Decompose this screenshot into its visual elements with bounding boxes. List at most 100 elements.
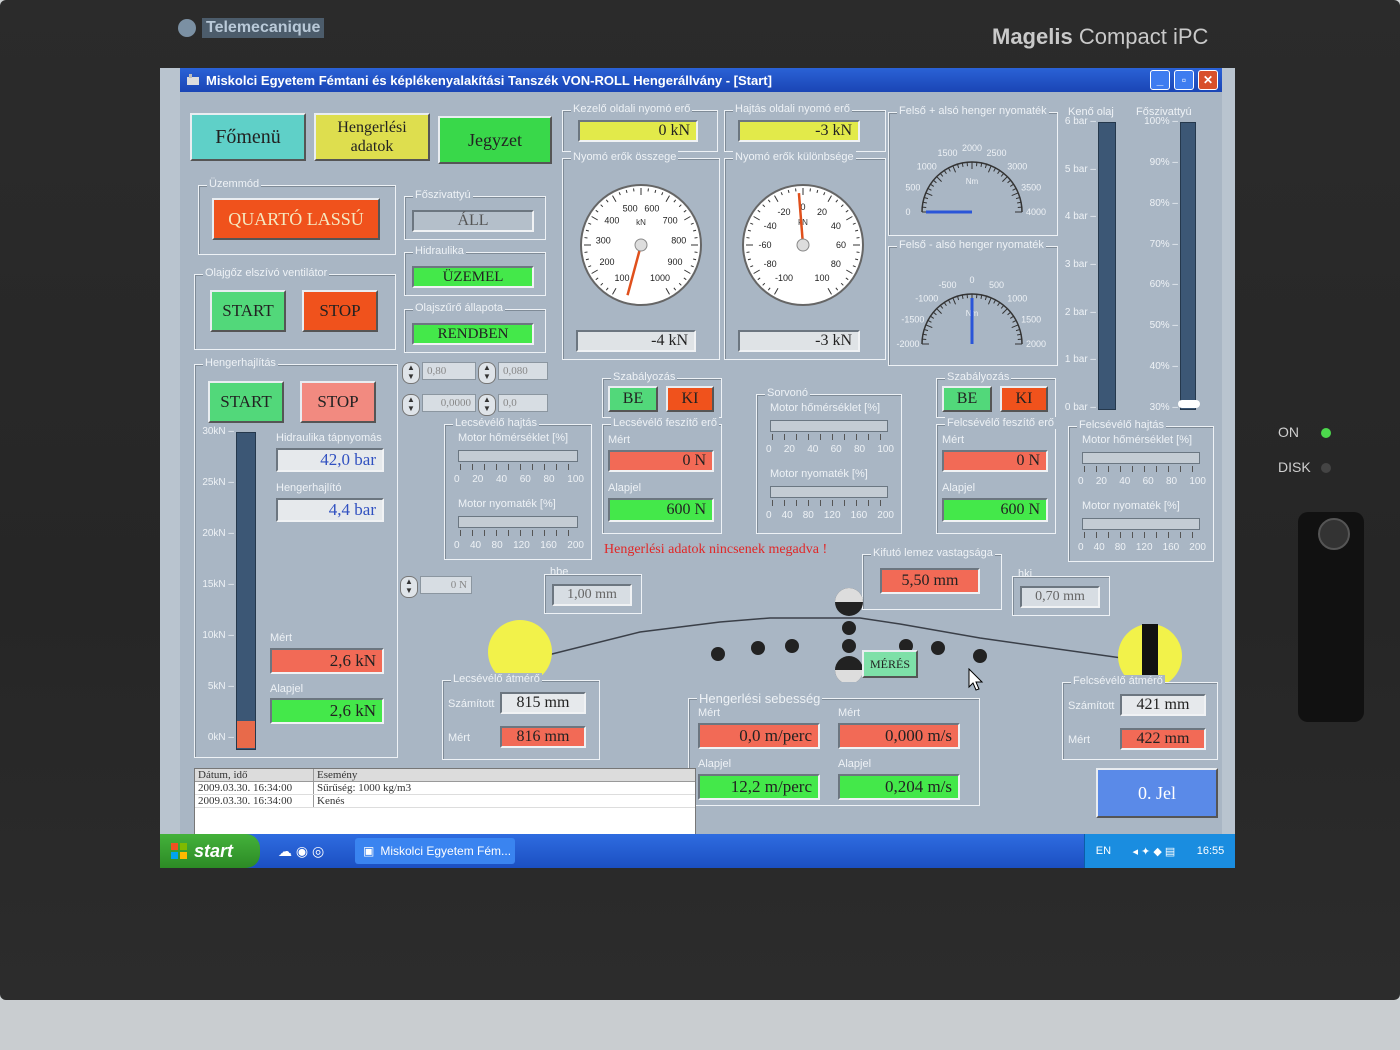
scale-label: 70% –: [1149, 238, 1178, 250]
gauge-tick: [1009, 315, 1014, 319]
gauge-tick: [933, 179, 937, 184]
felcs-feszito-alapjel-value: 600 N: [942, 498, 1048, 522]
gauge-tick: [1015, 329, 1020, 332]
felcs-homerseklet-track: [1082, 452, 1200, 464]
olajgoz-stop-button[interactable]: STOP: [302, 290, 378, 332]
sorvono-nyomatek-ticks: [772, 500, 888, 506]
sorvono-nyomatek-track: [770, 486, 888, 498]
scale-label: 4 bar –: [1064, 211, 1096, 223]
table-row[interactable]: 2009.03.30. 16:34:00 Kenés: [195, 795, 695, 808]
mini-field-d[interactable]: 0,0: [498, 394, 548, 412]
maximize-button[interactable]: ▫: [1174, 70, 1194, 90]
brand-logo-left: Telemecanique: [178, 18, 325, 38]
lecs-feszito-mert-value: 0 N: [608, 450, 714, 472]
olajszuro-status: RENDBEN: [412, 323, 534, 345]
felcs-feszito-mert-label: Mért: [942, 434, 964, 446]
key-switch[interactable]: [1298, 512, 1364, 722]
spin-e[interactable]: ▲ ▼: [400, 576, 418, 598]
spin-c[interactable]: ▲ ▼: [402, 394, 420, 416]
mini-field-c[interactable]: 0,0000: [422, 394, 476, 412]
spin-b[interactable]: ▲ ▼: [478, 362, 496, 384]
scale-label: 100: [567, 474, 584, 485]
hajtas-value: -3 kN: [738, 120, 860, 142]
sebesseg-mert-ms: 0,000 m/s: [838, 723, 960, 749]
szabalyozas-right-ki-button[interactable]: KI: [1000, 386, 1048, 412]
gauge-tick: [1017, 333, 1022, 336]
tray-icons[interactable]: ◂ ✦ ◆ ▤: [1132, 845, 1175, 858]
close-button[interactable]: ✕: [1198, 70, 1218, 90]
uzemmod-button[interactable]: QUARTÓ LASSÚ: [212, 198, 380, 240]
gauge-tick: [1007, 311, 1011, 316]
spin-d[interactable]: ▲ ▼: [478, 394, 496, 416]
gauge-tick: [1015, 197, 1020, 200]
meres-button[interactable]: MÉRÉS: [862, 650, 918, 678]
gauge-tick-label: -80: [764, 259, 777, 269]
clock[interactable]: 16:55: [1197, 845, 1225, 857]
hengerlesi-adatok-button[interactable]: Hengerlési adatok: [314, 113, 430, 161]
scale-label: 40% –: [1149, 361, 1178, 373]
jegyzet-button[interactable]: Jegyzet: [438, 116, 552, 164]
gauge-tick-label: 4000: [1026, 207, 1046, 217]
scale-label: 60% –: [1149, 279, 1178, 291]
gauge-tick: [943, 302, 947, 307]
gauge-tick: [936, 176, 942, 182]
gauge-tick: [993, 299, 997, 304]
foszivattyu-bar: [1180, 122, 1196, 410]
gauge-tick: [987, 297, 992, 305]
gauge-tick: [927, 187, 932, 191]
spin-a[interactable]: ▲ ▼: [402, 362, 420, 384]
led-disk-label: DISK: [1278, 459, 1311, 475]
force-mert-label: Mért: [270, 632, 292, 644]
szabalyozas-right-be-button[interactable]: BE: [942, 386, 992, 412]
mini-field-b[interactable]: 0,080: [498, 362, 548, 380]
taskbar-item-app[interactable]: ▣ Miskolci Egyetem Fém...: [355, 838, 515, 864]
rolling-mill-diagram: [460, 588, 1182, 682]
sebesseg-alapjel-label-1: Alapjel: [698, 758, 732, 770]
hengerhajlitas-start-button[interactable]: START: [208, 381, 284, 423]
gauge-tick-label: 40: [831, 221, 841, 231]
gauge-hub: [634, 238, 648, 252]
scale-label: 25kN –: [202, 477, 234, 488]
gauge-unit: kN: [636, 218, 646, 227]
table-row[interactable]: 2009.03.30. 16:34:00 Sűrűség: 1000 kg/m3: [195, 782, 695, 795]
gauge-tick: [1002, 308, 1008, 314]
szabalyozas-left-be-button[interactable]: BE: [608, 386, 658, 412]
mini-field-a[interactable]: 0,80: [422, 362, 476, 380]
olajgoz-start-button[interactable]: START: [210, 290, 286, 332]
lecs-nyomatek-track: [458, 516, 578, 528]
gauge-tick: [997, 302, 1001, 307]
felcs-nyomatek-ticks: [1084, 532, 1200, 538]
felcs-nyomatek-scale: 0 40 80 120 160 200: [1078, 542, 1206, 553]
system-tray: EN ◂ ✦ ◆ ▤ 16:55: [1084, 834, 1235, 868]
fomenu-button[interactable]: Főmenü: [190, 113, 306, 161]
start-button[interactable]: start: [160, 834, 260, 868]
felcs-nyomatek-track: [1082, 518, 1200, 530]
gauge-tick: [947, 299, 951, 304]
gauge-tick: [947, 167, 951, 172]
gauge-tick-label: 0: [905, 207, 910, 217]
scale-label: 10kN –: [202, 630, 234, 641]
jel-button[interactable]: 0. Jel: [1096, 768, 1218, 818]
minimize-button[interactable]: _: [1150, 70, 1170, 90]
force-alapjel-label: Alapjel: [270, 683, 304, 695]
scale-label: 40: [495, 474, 508, 485]
gauge-tick-label: 500: [623, 204, 638, 214]
scale-label: 80: [853, 444, 866, 455]
event-log: Dátum, idő Esemény 2009.03.30. 16:34:00 …: [194, 768, 696, 836]
szabalyozas-left-ki-button[interactable]: KI: [666, 386, 714, 412]
app-panel: Főmenü Hengerlési adatok Jegyzet Üzemmód…: [180, 92, 1222, 836]
hengerhajlitas-stop-button[interactable]: STOP: [300, 381, 376, 423]
gauge-tick: [980, 162, 983, 167]
warning-text: Hengerlési adatok nincsenek megadva !: [604, 542, 828, 557]
hidraulika-tapnyomas-label: Hidraulika tápnyomás: [276, 432, 382, 444]
force-bar-track: [236, 432, 256, 750]
scale-label: 120: [1135, 542, 1153, 553]
scale-label: 80: [491, 540, 503, 551]
language-indicator[interactable]: EN: [1096, 845, 1111, 857]
felcs-feszito-alapjel-label: Alapjel: [942, 482, 976, 494]
scale-label: 0: [766, 444, 772, 455]
scale-label: 120: [823, 510, 841, 521]
gauge-tick: [943, 170, 947, 175]
felcs-nyomatek-label: Motor nyomaték [%]: [1082, 500, 1180, 512]
quicklaunch-icons[interactable]: ☁ ◉ ◎: [278, 843, 324, 860]
